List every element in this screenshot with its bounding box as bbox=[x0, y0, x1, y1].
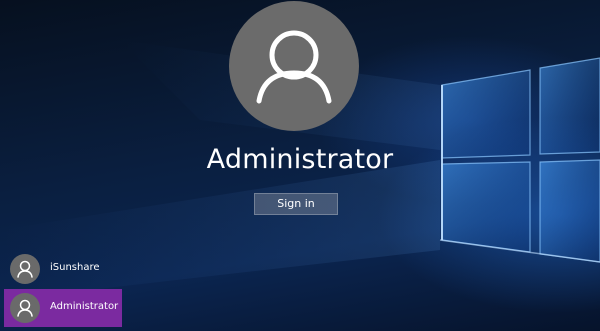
user-avatar-large bbox=[229, 1, 359, 131]
user-list-item-isunshare[interactable]: iSunshare bbox=[4, 250, 122, 288]
user-list-item-label: iSunshare bbox=[50, 262, 100, 273]
person-icon bbox=[17, 260, 33, 278]
user-avatar-small bbox=[10, 254, 40, 284]
person-outline-icon bbox=[256, 30, 332, 104]
user-list-item-administrator[interactable]: Administrator bbox=[4, 289, 122, 327]
person-icon bbox=[17, 299, 33, 317]
sign-in-button[interactable]: Sign in bbox=[254, 193, 338, 215]
lock-screen: Administrator Sign in iSunshare Administ… bbox=[0, 0, 600, 331]
account-username: Administrator bbox=[206, 144, 394, 175]
user-avatar-small bbox=[10, 293, 40, 323]
user-list-item-label: Administrator bbox=[50, 301, 119, 312]
